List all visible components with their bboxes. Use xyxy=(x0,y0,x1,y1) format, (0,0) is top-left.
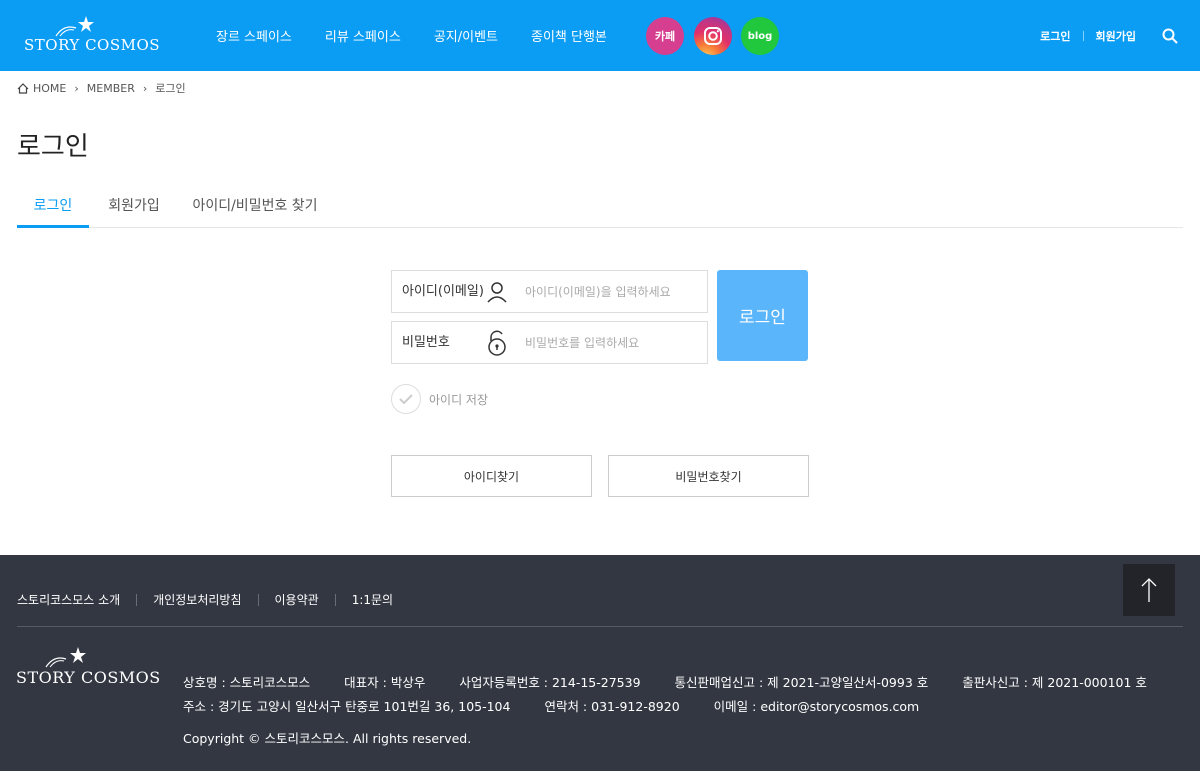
login-button[interactable]: 로그인 xyxy=(717,270,808,361)
nav-notice-event[interactable]: 공지/이벤트 xyxy=(434,26,498,45)
footer-divider xyxy=(136,593,138,606)
home-icon[interactable] xyxy=(17,82,29,94)
instagram-link[interactable] xyxy=(694,17,732,55)
company-phone: 연락처 : 031-912-8920 xyxy=(544,699,680,714)
company-info-row: 상호명 : 스토리코스모스 대표자 : 박상우 사업자등록번호 : 214-15… xyxy=(183,671,1147,695)
site-header: STORY COSMOS 장르 스페이스 리뷰 스페이스 공지/이벤트 종이책 … xyxy=(0,0,1200,71)
chevron-right-icon: › xyxy=(142,81,148,95)
breadcrumb-member[interactable]: MEMBER xyxy=(87,82,135,95)
chevron-right-icon: › xyxy=(74,81,79,95)
lock-icon xyxy=(488,330,506,356)
blog-link[interactable]: blog xyxy=(741,17,779,55)
search-icon[interactable] xyxy=(1162,28,1178,44)
password-input[interactable] xyxy=(525,330,695,356)
site-footer: 스토리코스모스 소개 개인정보처리방침 이용약관 1:1문의 STORY COS… xyxy=(0,555,1200,771)
id-input[interactable] xyxy=(525,279,695,305)
find-password-button[interactable]: 비밀번호찾기 xyxy=(608,455,809,497)
check-circle[interactable] xyxy=(391,384,421,414)
tab-login[interactable]: 로그인 xyxy=(17,187,89,228)
id-label: 아이디(이메일) xyxy=(402,284,484,299)
arrow-up-icon xyxy=(1141,578,1157,602)
cafe-label: 카페 xyxy=(654,30,676,43)
company-info: 상호명 : 스토리코스모스 대표자 : 박상우 사업자등록번호 : 214-15… xyxy=(183,671,1147,719)
cafe-link[interactable]: 카페 xyxy=(646,17,684,55)
nav-review-space[interactable]: 리뷰 스페이스 xyxy=(325,26,401,45)
company-address: 주소 : 경기도 고양시 일산서구 탄중로 101번길 36, 105-104 xyxy=(183,699,511,714)
id-field: 아이디(이메일) xyxy=(391,270,708,313)
find-id-button[interactable]: 아이디찾기 xyxy=(391,455,592,497)
member-tabs: 로그인 회원가입 아이디/비밀번호 찾기 xyxy=(17,187,1183,228)
footer-link-terms[interactable]: 이용약관 xyxy=(275,591,319,608)
password-field: 비밀번호 xyxy=(391,321,708,364)
page-title: 로그인 xyxy=(17,132,89,162)
copyright: Copyright © 스토리코스모스. All rights reserved… xyxy=(183,731,472,746)
footer-link-privacy[interactable]: 개인정보처리방침 xyxy=(153,591,241,608)
breadcrumb-current: 로그인 xyxy=(155,82,186,95)
header-utility: 로그인 회원가입 xyxy=(1040,0,1200,71)
company-email: 이메일 : editor@storycosmos.com xyxy=(713,699,920,714)
scroll-top-button[interactable] xyxy=(1123,564,1175,616)
main-nav: 장르 스페이스 리뷰 스페이스 공지/이벤트 종이책 단행본 xyxy=(216,0,640,71)
check-icon xyxy=(399,394,413,405)
publisher-number: 출판사신고 : 제 2021-000101 호 xyxy=(962,675,1147,690)
company-info-row: 주소 : 경기도 고양시 일산서구 탄중로 101번길 36, 105-104 … xyxy=(183,695,1147,719)
nav-paper-books[interactable]: 종이책 단행본 xyxy=(531,26,607,45)
blog-label: blog xyxy=(747,30,773,42)
header-signup-link[interactable]: 회원가입 xyxy=(1096,28,1136,44)
logo-text: STORY COSMOS xyxy=(24,36,161,54)
password-label: 비밀번호 xyxy=(402,335,450,350)
company-ceo: 대표자 : 박상우 xyxy=(344,675,426,690)
header-divider xyxy=(1082,30,1084,41)
footer-divider xyxy=(257,593,259,606)
header-login-link[interactable]: 로그인 xyxy=(1040,28,1070,44)
site-logo[interactable]: STORY COSMOS xyxy=(24,16,164,54)
breadcrumb-home[interactable]: HOME xyxy=(33,82,66,95)
company-name: 상호명 : 스토리코스모스 xyxy=(183,675,311,690)
save-id-label: 아이디 저장 xyxy=(429,392,489,407)
logo-swoosh-icon xyxy=(45,657,67,668)
business-number: 사업자등록번호 : 214-15-27539 xyxy=(459,675,641,690)
footer-divider xyxy=(334,593,336,606)
instagram-icon xyxy=(704,27,722,45)
tab-signup[interactable]: 회원가입 xyxy=(99,187,169,228)
nav-genre-space[interactable]: 장르 스페이스 xyxy=(216,26,292,45)
footer-links: 스토리코스모스 소개 개인정보처리방침 이용약관 1:1문의 xyxy=(17,591,393,608)
footer-link-about[interactable]: 스토리코스모스 소개 xyxy=(17,591,120,608)
footer-rule xyxy=(17,626,1183,627)
save-id-checkbox[interactable]: 아이디 저장 xyxy=(391,384,488,414)
breadcrumb: HOME › MEMBER › 로그인 xyxy=(17,80,186,96)
user-icon xyxy=(487,282,507,303)
footer-link-inquiry[interactable]: 1:1문의 xyxy=(352,591,393,608)
footer-logo: STORY COSMOS xyxy=(16,647,160,687)
tab-find-account[interactable]: 아이디/비밀번호 찾기 xyxy=(187,187,323,228)
footer-logo-text: STORY COSMOS xyxy=(16,668,161,687)
ecommerce-number: 통신판매업신고 : 제 2021-고양일산서-0993 호 xyxy=(674,675,929,690)
